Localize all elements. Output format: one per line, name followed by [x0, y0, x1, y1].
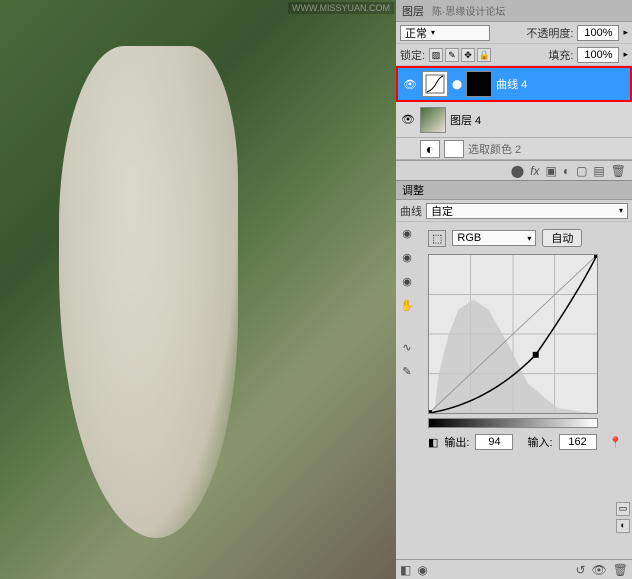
auto-button[interactable]: 自动 — [542, 229, 582, 247]
view-previous-icon[interactable]: ◉ — [417, 563, 427, 577]
chevron-right-icon[interactable]: ▸ — [623, 27, 628, 38]
input-value[interactable]: 162 — [559, 434, 597, 450]
lock-options: ▨ ✎ ✥ 🔒 — [429, 48, 491, 62]
opacity-label: 不透明度: — [526, 25, 573, 41]
output-value[interactable]: 94 — [475, 434, 513, 450]
adjustments-footer: ◧ ◉ ↺ 👁 🗑 — [396, 559, 632, 579]
eyedropper-minus-icon[interactable]: ◉ — [398, 272, 416, 290]
curves-graph[interactable] — [428, 254, 598, 414]
panels-sidebar: 图层 陈·思缘设计论坛 正常 ▾ 不透明度: 100% ▸ 锁定: ▨ ✎ ✥ … — [396, 0, 632, 579]
layer-mask-thumb[interactable] — [466, 71, 492, 97]
link-icon: ⬤ — [452, 79, 462, 90]
lock-all-icon[interactable]: 🔒 — [477, 48, 491, 62]
trash-icon[interactable]: 🗑 — [611, 164, 626, 178]
input-gradient[interactable] — [428, 418, 598, 428]
layers-list: 👁 ⬤ 曲线 4 👁 图层 4 ◐ 选取颜色 2 — [396, 66, 632, 160]
hand-tool-icon[interactable]: ✋ — [398, 296, 416, 314]
layer-mask-thumb[interactable] — [444, 140, 464, 158]
layers-footer: ⬤ fx ▣ ◐ ▢ ▤ 🗑 — [396, 160, 632, 180]
clip-to-layer-icon[interactable]: ◧ — [400, 563, 411, 577]
blend-mode-row: 正常 ▾ 不透明度: 100% ▸ — [396, 22, 632, 44]
lock-pixels-icon[interactable]: ✎ — [445, 48, 459, 62]
chevron-right-icon[interactable]: ▸ — [623, 49, 628, 60]
layer-name[interactable]: 曲线 4 — [496, 76, 527, 92]
curves-svg — [429, 255, 597, 413]
layers-tab-label: 图层 — [402, 3, 424, 19]
chevron-down-icon: ▾ — [619, 206, 623, 215]
image-canvas[interactable]: WWW.MISSYUAN.COM — [0, 0, 396, 579]
blend-mode-value: 正常 — [405, 25, 427, 41]
layers-panel-tab[interactable]: 图层 陈·思缘设计论坛 — [396, 0, 632, 22]
lock-position-icon[interactable]: ✥ — [461, 48, 475, 62]
output-label: 输出: — [444, 434, 469, 450]
reset-icon[interactable]: ↺ — [575, 563, 585, 577]
visibility-icon[interactable] — [400, 141, 416, 157]
fill-input[interactable]: 100% — [577, 47, 619, 63]
pin-icon[interactable]: 📍 — [609, 436, 623, 449]
output-input-row: ◧ 输出: 94 输入: 162 📍 — [428, 434, 628, 450]
eyedropper-icon[interactable]: ◉ — [398, 224, 416, 242]
lock-row: 锁定: ▨ ✎ ✥ 🔒 填充: 100% ▸ — [396, 44, 632, 66]
visibility-toggle-icon[interactable]: 👁 — [592, 563, 607, 577]
lock-label: 锁定: — [400, 47, 425, 63]
layer-row-selcolor[interactable]: ◐ 选取颜色 2 — [396, 138, 632, 160]
group-icon[interactable]: ▢ — [576, 164, 587, 178]
trash-icon[interactable]: 🗑 — [613, 563, 628, 577]
chevron-down-icon: ▾ — [431, 28, 435, 37]
layer-name[interactable]: 选取颜色 2 — [468, 141, 521, 157]
watermark-url: WWW.MISSYUAN.COM — [288, 2, 394, 14]
fill-label: 填充: — [548, 47, 573, 63]
chevron-down-icon: ▾ — [527, 234, 531, 243]
channel-dropdown[interactable]: RGB ▾ — [452, 230, 536, 246]
link-layers-icon[interactable]: ⬤ — [511, 164, 524, 178]
image-thumb[interactable] — [420, 107, 446, 133]
clip-icon[interactable]: ◧ — [428, 436, 438, 449]
adjustment-thumb[interactable]: ◐ — [420, 140, 440, 158]
curves-panel: ◉ ◉ ◉ ✋ ∿ ✎ ⬚ RGB ▾ 自动 — [396, 222, 632, 559]
side-btn-2[interactable]: ◐ — [616, 519, 630, 533]
adjustments-panel-tab[interactable]: 调整 — [396, 180, 632, 200]
new-layer-icon[interactable]: ▤ — [593, 164, 604, 178]
side-btn-1[interactable]: ▭ — [616, 502, 630, 516]
preset-dropdown[interactable]: 自定 ▾ — [426, 203, 628, 219]
lock-transparent-icon[interactable]: ▨ — [429, 48, 443, 62]
adjustment-icon[interactable]: ◐ — [563, 164, 570, 178]
eyedropper-plus-icon[interactable]: ◉ — [398, 248, 416, 266]
layer-row-curves[interactable]: 👁 ⬤ 曲线 4 — [396, 66, 632, 102]
watermark-label: 陈·思缘设计论坛 — [432, 3, 505, 18]
blend-mode-dropdown[interactable]: 正常 ▾ — [400, 25, 490, 41]
visibility-icon[interactable]: 👁 — [400, 112, 416, 128]
input-label: 输入: — [527, 434, 552, 450]
curves-type-label: 曲线 — [400, 203, 422, 219]
histogram-icon[interactable]: ⬚ — [428, 230, 446, 247]
fx-icon[interactable]: fx — [530, 164, 539, 178]
pencil-icon[interactable]: ✎ — [398, 362, 416, 380]
visibility-icon[interactable]: 👁 — [402, 76, 418, 92]
channel-value: RGB — [457, 232, 481, 244]
mask-icon[interactable]: ▣ — [545, 164, 556, 178]
layer-name[interactable]: 图层 4 — [450, 112, 481, 128]
curves-thumb-icon[interactable] — [422, 71, 448, 97]
adjustments-tab-label: 调整 — [402, 182, 424, 198]
curve-point-icon[interactable]: ∿ — [398, 338, 416, 356]
layer-row-image[interactable]: 👁 图层 4 — [396, 102, 632, 138]
opacity-input[interactable]: 100% — [577, 25, 619, 41]
preset-value: 自定 — [431, 203, 453, 219]
curves-preset-row: 曲线 自定 ▾ — [396, 200, 632, 222]
